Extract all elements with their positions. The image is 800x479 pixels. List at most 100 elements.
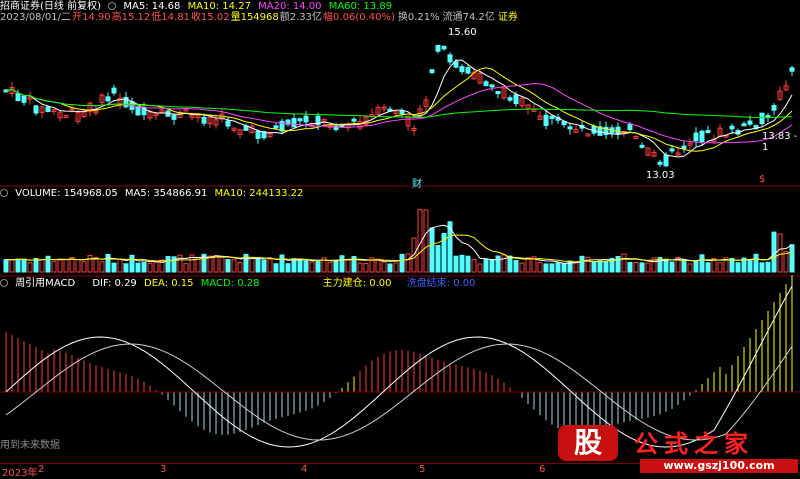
volume-bar	[165, 255, 171, 273]
volume-bar	[483, 258, 489, 273]
volume-ma10: MA10: 244133.22	[214, 188, 304, 199]
volume-bar	[105, 253, 111, 273]
volume-bar	[21, 258, 27, 273]
candle-body	[663, 154, 669, 167]
candle-body	[741, 123, 747, 127]
volume-bar	[783, 250, 789, 273]
candle-body	[681, 145, 687, 150]
axis-month-5: 5	[419, 464, 426, 475]
candle-body	[255, 130, 261, 139]
quote-high: 高15.12	[111, 12, 151, 23]
event-finance-icon[interactable]: 财	[412, 175, 422, 190]
ma60-label: MA60: 13.89	[328, 1, 393, 12]
volume-bar	[735, 262, 741, 273]
volume-bar	[627, 262, 633, 273]
volume-bar	[99, 261, 105, 273]
volume-bar	[27, 262, 33, 273]
volume-bar	[237, 261, 243, 273]
volume-bar	[603, 261, 609, 273]
candle-body	[399, 110, 405, 115]
chart-stage[interactable]	[0, 0, 800, 476]
candle-body	[111, 87, 117, 94]
quote-line: 2023/08/01/二开14.90高15.12低14.81收15.02量154…	[0, 12, 522, 24]
volume-bar	[471, 258, 477, 273]
volume-bar	[453, 255, 459, 273]
volume-bar	[495, 255, 501, 273]
volume-bar	[123, 263, 129, 273]
candle-body	[459, 66, 465, 73]
volume-bar	[423, 209, 429, 273]
axis-month-2: 2	[38, 464, 45, 475]
volume-bar	[789, 244, 795, 273]
volume-bar	[45, 255, 51, 273]
volume-bar	[717, 262, 723, 273]
volume-bar	[693, 260, 699, 273]
volume-bar	[375, 258, 381, 273]
volume-bar	[135, 262, 141, 273]
volume-settings-icon[interactable]	[0, 189, 8, 197]
macd-settings-icon[interactable]	[0, 279, 8, 287]
volume-bar	[339, 255, 345, 273]
volume-bar	[429, 227, 435, 273]
candle-body	[489, 84, 495, 88]
candle-body	[705, 130, 711, 134]
security-title[interactable]: 招商证券(日线 前复权)	[0, 1, 101, 12]
quote-date: 2023/08/01/二	[0, 12, 72, 23]
candle-body	[693, 132, 699, 142]
candle-body	[171, 114, 177, 120]
macd-main-out: 洗盘结束: 0.00	[406, 278, 476, 289]
watermark-url: www.gszj100.com	[640, 459, 798, 473]
candle-body	[699, 130, 705, 143]
volume-bar	[249, 256, 255, 273]
volume-bar	[537, 262, 543, 273]
volume-ma5: MA5: 354866.91	[124, 188, 208, 199]
volume-bar	[765, 261, 771, 273]
ma5-line	[5, 59, 793, 158]
volume-bar	[381, 261, 387, 273]
candle-body	[549, 115, 555, 120]
volume-bar	[615, 256, 621, 273]
quote-change: 幅0.06(0.40%)	[323, 12, 395, 23]
quote-open: 开14.90	[72, 12, 111, 23]
macd-dif: DIF: 0.29	[92, 278, 137, 289]
volume-ma10-line	[5, 234, 793, 263]
settings-gear-icon[interactable]	[108, 2, 117, 10]
volume-bar	[465, 255, 471, 273]
quote-amount: 额2.33亿	[279, 12, 323, 23]
candle-body	[351, 118, 357, 122]
candle-body	[135, 106, 141, 116]
volume-bar	[525, 257, 531, 273]
volume-bar	[597, 260, 603, 273]
macd-footer-note: 用到未来数据	[0, 440, 60, 451]
volume-bar	[507, 255, 513, 273]
quote-sector[interactable]: 证券	[498, 12, 518, 23]
ma20-label: MA20: 14.00	[258, 1, 322, 12]
axis-year: 2023年	[2, 468, 38, 479]
watermark-logo: 股	[558, 425, 618, 461]
candle-body	[291, 118, 297, 128]
volume-bar	[549, 263, 555, 273]
event-dividend-icon[interactable]: $	[759, 174, 765, 185]
candle-body	[747, 120, 753, 125]
candle-body	[105, 96, 111, 102]
candle-body	[303, 115, 309, 123]
volume-bar	[333, 260, 339, 273]
volume-bar	[153, 262, 159, 273]
volume-bar	[645, 262, 651, 273]
candle-body	[273, 125, 279, 129]
candle-body	[567, 126, 573, 130]
quote-turnover: 换0.21%	[397, 12, 440, 23]
macd-name[interactable]: 周引用MACD	[15, 278, 75, 289]
volume-bar	[573, 262, 579, 273]
volume-bar	[579, 255, 585, 273]
volume-bar	[207, 255, 213, 273]
volume-bar	[273, 263, 279, 273]
candle-body	[591, 125, 597, 134]
candle-body	[45, 106, 51, 112]
candle-body	[543, 114, 549, 126]
ma5-label: MA5: 14.68	[123, 1, 181, 12]
candle-body	[225, 120, 231, 127]
volume-bar	[327, 262, 333, 273]
volume-bar	[111, 262, 117, 273]
volume-bar	[315, 260, 321, 273]
